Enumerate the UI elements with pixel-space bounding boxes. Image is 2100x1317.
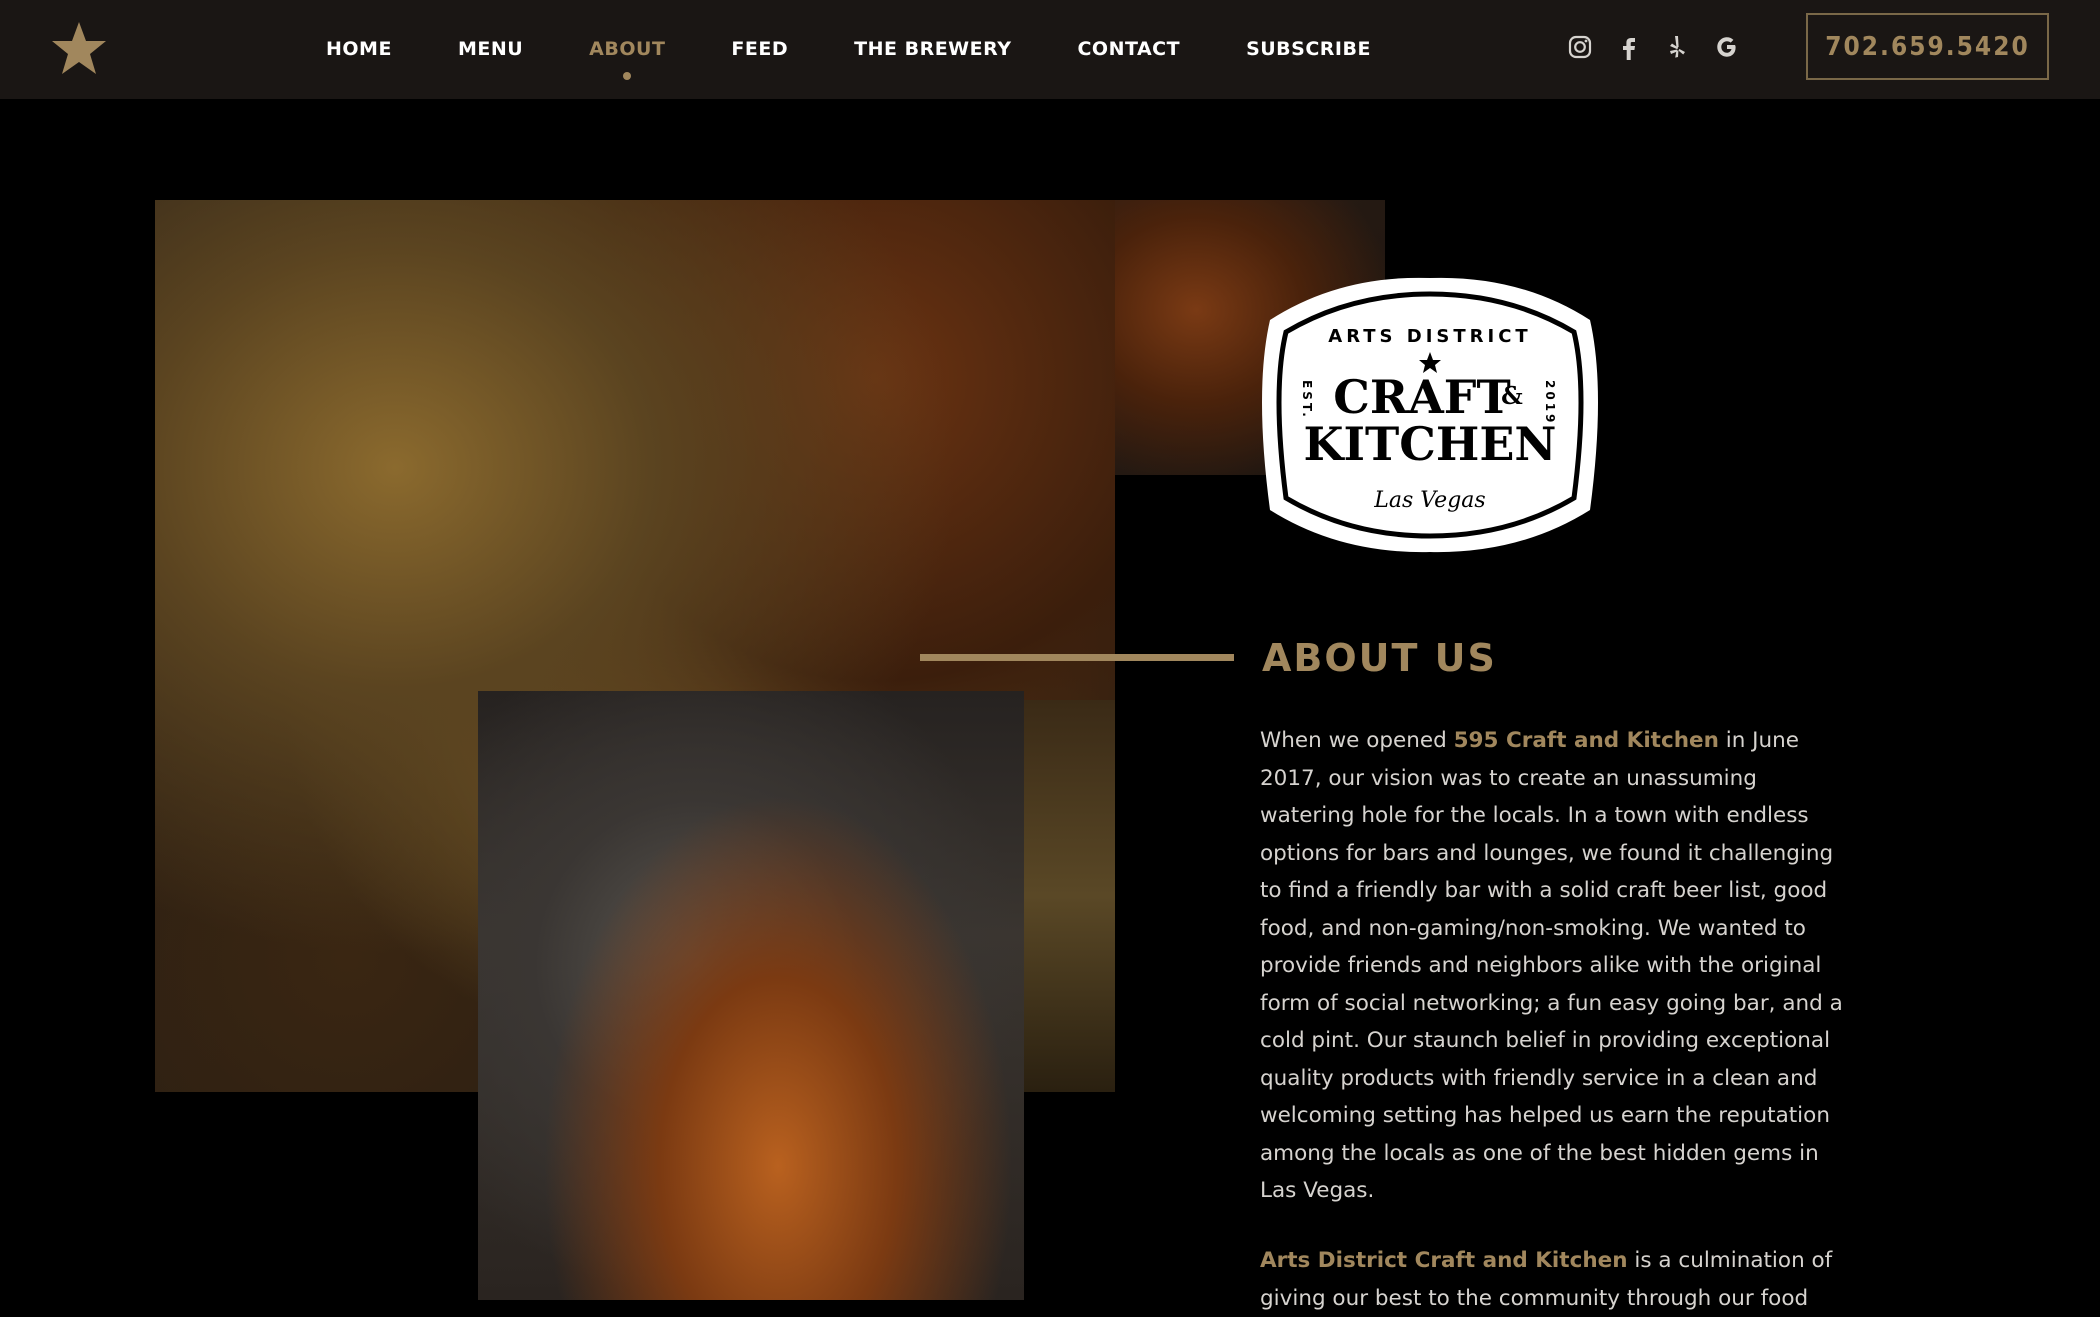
badge-amp: &: [1501, 381, 1523, 410]
badge-bottom-text: Las Vegas: [1373, 488, 1485, 513]
nav-item-feed[interactable]: FEED: [731, 36, 788, 62]
food-photo-wings-closeup: [478, 691, 1024, 1300]
about-accent-line: [920, 654, 1234, 661]
yelp-icon[interactable]: [1663, 33, 1691, 61]
about-title: ABOUT US: [1262, 636, 1497, 680]
phone-button[interactable]: 702.659.5420: [1806, 13, 2049, 80]
nav-item-menu[interactable]: MENU: [458, 36, 523, 62]
instagram-icon[interactable]: [1566, 33, 1594, 61]
about-p1-pre: When we opened: [1260, 728, 1454, 753]
star-logo-icon[interactable]: [50, 20, 108, 78]
craft-kitchen-badge-logo: ARTS DISTRICT CRAFT & KITCHEN EST. 2019 …: [1262, 277, 1598, 553]
nav-item-contact[interactable]: CONTACT: [1077, 36, 1180, 62]
badge-line1: CRAFT: [1333, 370, 1510, 424]
nav-item-about[interactable]: ABOUT: [589, 36, 665, 80]
about-p1-highlight: 595 Craft and Kitchen: [1453, 728, 1719, 753]
about-paragraph-1: When we opened 595 Craft and Kitchen in …: [1260, 722, 1850, 1210]
badge-line2: KITCHEN: [1304, 417, 1557, 471]
badge-left-text: EST.: [1300, 380, 1314, 420]
food-photo-side-dish: [1020, 700, 1115, 1092]
badge-right-text: 2019: [1543, 380, 1557, 425]
top-navbar: HOME MENU ABOUT FEED THE BREWERY CONTACT…: [0, 0, 2100, 99]
main-nav: HOME MENU ABOUT FEED THE BREWERY CONTACT…: [326, 36, 1437, 80]
nav-item-subscribe[interactable]: SUBSCRIBE: [1246, 36, 1371, 62]
active-indicator-dot: [623, 72, 632, 80]
about-paragraph-2: Arts District Craft and Kitchen is a cul…: [1260, 1242, 1850, 1317]
nav-item-home[interactable]: HOME: [326, 36, 392, 62]
about-p1-post: in June 2017, our vision was to create a…: [1260, 728, 1843, 1203]
nav-item-the-brewery[interactable]: THE BREWERY: [854, 36, 1011, 62]
badge-top-text: ARTS DISTRICT: [1328, 326, 1531, 347]
facebook-icon[interactable]: [1615, 33, 1643, 61]
google-icon[interactable]: [1713, 33, 1741, 61]
about-p2-highlight: Arts District Craft and Kitchen: [1260, 1248, 1628, 1273]
